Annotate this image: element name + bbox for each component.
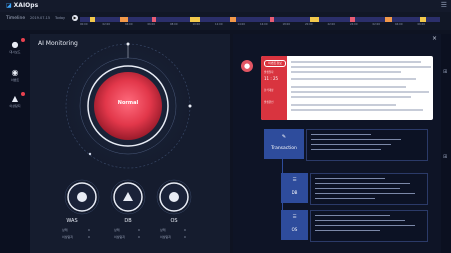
app-logo[interactable]: ◪ XAIOps [6, 2, 38, 9]
timeline-mode[interactable]: Today [55, 16, 65, 20]
node-stat-value: 0 [88, 228, 90, 232]
event-card: 이벤트정보 발생일자 11 : 25 분석대상 발생원인 [261, 56, 433, 120]
ring-dot [126, 42, 130, 46]
timeline-label: Timeline [6, 16, 26, 21]
sidebar-item-label: 대시보드 [9, 50, 21, 54]
menu-icon[interactable]: ☰ [441, 1, 447, 9]
node-name: DB [124, 218, 132, 224]
sidebar: ● 대시보드 ◉ 이벤트 ▲ 이상탐지 [0, 30, 30, 253]
node-stat-value: 0 [184, 228, 186, 232]
ring-dot [188, 104, 192, 108]
node-stat-label: 이상탐지 [160, 235, 172, 239]
timeline-tick: 10:00 [192, 23, 200, 26]
timeline-tick: 22:00 [327, 23, 335, 26]
timeline-tick: 18:00 [282, 23, 290, 26]
ring-dot [88, 152, 92, 156]
detail-panel: × ● 이벤트정보 발생일자 11 : 25 분석대상 발생원인 ✎ Trans… [233, 34, 441, 253]
timeline-ticks: 00:00 02:00 04:00 06:00 08:00 10:00 12:00 14:00… [80, 23, 440, 28]
os-icon: ☰ [292, 215, 297, 220]
timeline-tick: 04:00 [125, 23, 133, 26]
node-name: WAS [66, 218, 78, 224]
transaction-node[interactable]: ✎ Transaction [264, 129, 304, 159]
event-time: 11 : 25 [264, 76, 279, 81]
db-icon: ☰ [292, 178, 297, 183]
transaction-label: Transaction [271, 146, 297, 151]
transaction-code-block [306, 129, 428, 161]
right-rail: ⊞ ⊞ [441, 34, 451, 253]
top-bar: ◪ XAIOps ☰ [0, 0, 451, 12]
event-date-label: 발생일자 [264, 71, 274, 74]
node-stat-value: 0 [184, 235, 186, 239]
db-node-detail[interactable]: ☰ DB [281, 173, 308, 203]
os-node-detail[interactable]: ☰ OS [281, 210, 308, 240]
timeline-tick: 16:00 [260, 23, 268, 26]
timeline-tick: 20:00 [305, 23, 313, 26]
event-card-header: 이벤트정보 발생일자 11 : 25 분석대상 발생원인 [261, 56, 287, 120]
timeline-bar[interactable] [80, 17, 440, 22]
event-tag: 이벤트정보 [264, 60, 286, 67]
logo-icon: ◪ [6, 2, 12, 9]
node-stat-label: 이상탐지 [114, 235, 126, 239]
node-stat-label: 상태 [160, 228, 166, 232]
notification-badge [21, 92, 25, 96]
timeline-tick: 06:00 [147, 23, 155, 26]
timeline-tick: 02:00 [372, 23, 380, 26]
status-core[interactable] [94, 72, 162, 140]
status-label: Normal [117, 100, 139, 106]
timeline-tick: 00:00 [80, 23, 88, 26]
node-stat-label: 상태 [62, 228, 68, 232]
sidebar-item-label: 이벤트 [10, 78, 20, 82]
node-stat-value: 0 [138, 228, 140, 232]
sidebar-item-label: 이상탐지 [9, 104, 21, 108]
timeline-date[interactable]: 2019.07.15 [30, 16, 50, 20]
db-code-block [310, 173, 428, 205]
timeline-tick: 14:00 [237, 23, 245, 26]
event-row-a: 분석대상 [264, 89, 274, 92]
close-icon[interactable]: × [432, 35, 437, 42]
timeline-tick: 04:00 [395, 23, 403, 26]
timeline-tick: 02:00 [102, 23, 110, 26]
ai-monitoring-panel: AI Monitoring Normal WAS DB OS 상태 0 이상탐지… [30, 34, 230, 253]
play-icon[interactable]: ▶ [72, 15, 78, 21]
os-code-block [310, 210, 428, 242]
node-stat-label: 이상탐지 [62, 235, 74, 239]
eye-icon: ◉ [11, 68, 19, 77]
event-row-b: 발생원인 [264, 101, 274, 104]
os-label: OS [291, 227, 298, 232]
node-name: OS [170, 218, 178, 224]
timeline-tick: 06:00 [417, 23, 425, 26]
alert-user-icon: ● [11, 40, 19, 49]
timeline-tick: 12:00 [215, 23, 223, 26]
timeline-tick: 24:00 [350, 23, 358, 26]
transaction-icon: ✎ [281, 134, 287, 140]
db-label: DB [291, 190, 298, 195]
sidebar-item-event[interactable]: ◉ 이벤트 [6, 68, 24, 82]
warning-icon: ▲ [11, 94, 19, 103]
sidebar-item-dashboard[interactable]: ● 대시보드 [6, 38, 25, 54]
notification-badge [21, 38, 25, 42]
node-stat-value: 0 [138, 235, 140, 239]
grid-icon[interactable]: ⊞ [443, 69, 447, 75]
timeline: Timeline 2019.07.15 Today ▶ 00:00 02:00 04… [0, 12, 451, 30]
app-title: XAIOps [13, 2, 39, 9]
node-stat-label: 상태 [114, 228, 120, 232]
user-icon: ● [241, 60, 253, 72]
card-text-line [291, 61, 421, 63]
grid-icon[interactable]: ⊞ [443, 154, 447, 160]
node-stat-value: 0 [88, 235, 90, 239]
timeline-tick: 08:00 [170, 23, 178, 26]
sidebar-item-anomaly[interactable]: ▲ 이상탐지 [6, 92, 25, 108]
